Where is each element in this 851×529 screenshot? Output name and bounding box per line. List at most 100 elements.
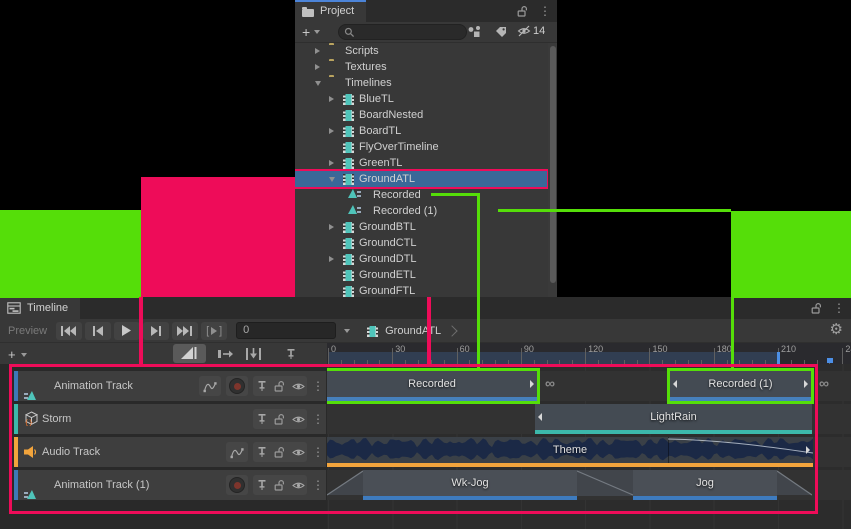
preview-toggle[interactable]: Preview (6, 325, 53, 337)
cross-fade-blend-shape[interactable] (577, 470, 633, 496)
record-button[interactable] (226, 376, 248, 396)
time-ruler[interactable]: 0306090120150180210240 (327, 343, 851, 364)
lock-button[interactable] (271, 409, 289, 429)
clip-recorded[interactable]: Recorded (327, 371, 537, 401)
tree-item-boardtl[interactable]: BoardTL (295, 123, 548, 139)
ripple-mode-button[interactable] (212, 344, 238, 363)
search-by-label-icon[interactable] (495, 26, 507, 38)
tree-item-groundetl[interactable]: GroundETL (295, 267, 548, 283)
tree-item-grounddtl[interactable]: GroundDTL (295, 251, 548, 267)
svg-text:{}: {} (25, 419, 33, 426)
pin-button[interactable] (253, 409, 271, 429)
previous-frame-button[interactable] (85, 322, 111, 340)
eye-button[interactable] (289, 376, 307, 396)
expand-arrow-icon[interactable] (329, 160, 334, 166)
unlock-icon[interactable] (811, 302, 823, 315)
track-menu-icon[interactable]: ⋮ (312, 380, 324, 392)
pin-button[interactable] (253, 475, 271, 495)
frame-options-chevron-icon[interactable] (344, 329, 350, 333)
ease-in-blend-shape[interactable] (327, 470, 363, 496)
window-menu-icon[interactable]: ⋮ (833, 302, 845, 314)
play-range-button[interactable]: [] (201, 322, 227, 340)
clip-recorded-1[interactable]: Recorded (1) (670, 371, 811, 401)
collapse-arrow-icon[interactable] (315, 81, 321, 86)
expand-arrow-icon[interactable] (315, 48, 320, 54)
eye-button[interactable] (289, 442, 307, 462)
expand-arrow-icon[interactable] (329, 224, 334, 230)
tab-project[interactable]: Project (295, 0, 366, 22)
collapse-arrow-icon[interactable] (329, 177, 335, 182)
clip-jog[interactable]: Jog (633, 470, 777, 500)
pin-button[interactable] (253, 442, 271, 462)
tree-item-label: Timelines (345, 75, 392, 91)
timeline-icon (343, 110, 354, 121)
tree-item-groundbtl[interactable]: GroundBTL (295, 219, 548, 235)
eye-button[interactable] (289, 475, 307, 495)
lock-button[interactable] (271, 475, 289, 495)
expand-arrow-icon[interactable] (329, 256, 334, 262)
curves-button[interactable] (226, 442, 248, 462)
add-asset-button[interactable]: + (302, 22, 320, 42)
tree-item-groundctl[interactable]: GroundCTL (295, 235, 548, 251)
tree-item-greentl[interactable]: GreenTL (295, 155, 548, 171)
search-field[interactable] (338, 24, 467, 40)
go-to-end-button[interactable] (172, 322, 198, 340)
pin-button[interactable] (253, 376, 271, 396)
unlock-icon[interactable] (517, 5, 529, 18)
tree-item-timelines[interactable]: Timelines (295, 75, 548, 91)
tab-timeline[interactable]: Timeline (0, 297, 80, 319)
lock-button[interactable] (271, 376, 289, 396)
window-menu-icon[interactable]: ⋮ (539, 5, 551, 17)
clip-theme[interactable]: Theme (327, 437, 813, 467)
replace-mode-button[interactable] (240, 344, 266, 363)
track-color-bar (14, 371, 18, 401)
track-menu-icon[interactable]: ⋮ (312, 479, 324, 491)
mix-mode-button[interactable] (173, 344, 206, 363)
curves-button[interactable] (199, 376, 221, 396)
track-header-storm[interactable]: {}Storm⋮ (14, 404, 326, 434)
track-header-audio-track[interactable]: Audio Track⋮ (14, 437, 326, 467)
green-annotation-rect-right (731, 211, 851, 298)
hidden-packages-toggle[interactable]: 14 (517, 25, 545, 37)
expand-arrow-icon[interactable] (329, 96, 334, 102)
clip-wk-jog[interactable]: Wk-Jog (363, 470, 577, 500)
track-menu-icon[interactable]: ⋮ (312, 446, 324, 458)
gear-icon[interactable]: ⚙ (830, 322, 843, 338)
plus-icon: + (8, 345, 16, 365)
next-frame-button[interactable] (143, 322, 169, 340)
play-button[interactable] (114, 322, 140, 340)
eye-button[interactable] (289, 409, 307, 429)
current-frame-field[interactable]: 0 (236, 322, 336, 339)
clip-lightrain[interactable]: LightRain (535, 404, 812, 434)
clip-label: Recorded (1) (708, 378, 772, 390)
breadcrumb-chevron-icon (447, 325, 458, 336)
track-menu-icon[interactable]: ⋮ (312, 413, 324, 425)
add-track-button[interactable]: + (8, 345, 27, 365)
tree-item-boardnested[interactable]: BoardNested (295, 107, 548, 123)
track-header-animation-track[interactable]: Animation Track⋮ (14, 371, 326, 401)
tree-item-groundftl[interactable]: GroundFTL (295, 283, 548, 297)
project-scrollbar[interactable] (548, 43, 557, 297)
tree-item-recorded-1[interactable]: Recorded (1) (295, 203, 548, 219)
go-to-start-button[interactable] (56, 322, 82, 340)
tree-item-textures[interactable]: Textures (295, 59, 548, 75)
markers-toggle-button[interactable] (281, 344, 301, 363)
tree-item-recorded[interactable]: Recorded (295, 187, 548, 203)
expand-arrow-icon[interactable] (315, 64, 320, 70)
tree-item-scripts[interactable]: Scripts (295, 43, 548, 59)
track-header-animation-track-1[interactable]: Animation Track (1)⋮ (14, 470, 326, 500)
tree-item-groundatl[interactable]: GroundATL (295, 171, 548, 187)
duration-end-marker[interactable] (777, 352, 780, 364)
lock-button[interactable] (271, 442, 289, 462)
ease-out-blend-shape[interactable] (777, 470, 812, 496)
tree-item-flyovertimeline[interactable]: FlyOverTimeline (295, 139, 548, 155)
timeline-icon (343, 174, 354, 185)
scrollbar-thumb[interactable] (550, 46, 556, 283)
breadcrumb[interactable]: GroundATL (367, 325, 456, 337)
clip-body: Jog (633, 470, 777, 496)
expand-arrow-icon[interactable] (329, 128, 334, 134)
search-input[interactable] (358, 26, 462, 39)
search-by-type-icon[interactable] (467, 25, 481, 38)
record-button[interactable] (226, 475, 248, 495)
tree-item-bluetl[interactable]: BlueTL (295, 91, 548, 107)
